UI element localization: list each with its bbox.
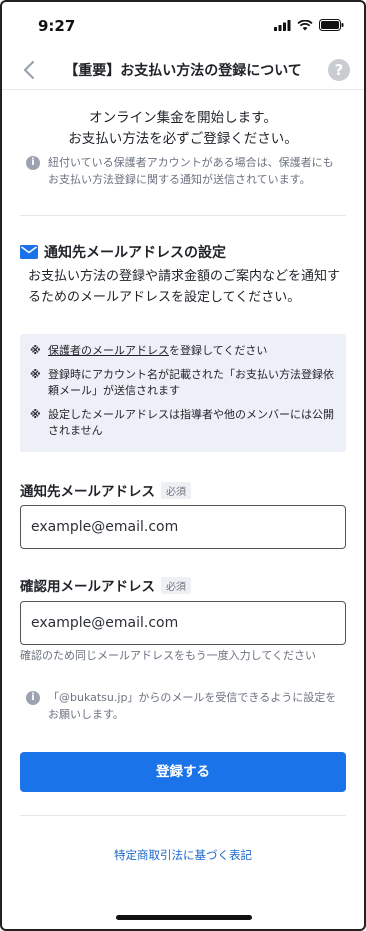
domain-note-text: 「@bukatsu.jp」からのメールを受信できるように設定をお願いします。 — [48, 691, 337, 721]
commercial-law-link[interactable]: 特定商取引法に基づく表記 — [2, 847, 364, 863]
email-field[interactable]: example@email.com — [20, 505, 346, 549]
guardian-note-text: 紐付いている保護者アカウントがある場合は、保護者にもお支払い方法登録に関する通知… — [48, 156, 334, 186]
notice-mark: ※ — [30, 408, 41, 421]
email-section-description: お支払い方法の登録や請求金額のご案内などを通知するためのメールアドレスを設定して… — [28, 269, 341, 305]
phone-screen: 9:27 【重要】お支払い方法の登録について ? オンライン集金を開始します。 … — [0, 0, 366, 931]
info-icon: i — [26, 691, 40, 705]
home-indicator[interactable] — [116, 915, 252, 920]
status-icons — [274, 19, 344, 31]
wifi-icon — [297, 19, 313, 30]
domain-note: i 「@bukatsu.jp」からのメールを受信できるように設定をお願いします。 — [26, 689, 344, 723]
notice-box: ※ 保護者のメールアドレスを登録してください ※ 登録時にアカウント名が記載され… — [20, 334, 346, 452]
info-icon: i — [26, 156, 40, 170]
intro-line-1: オンライン集金を開始します。 — [89, 110, 277, 126]
signal-icon — [274, 19, 291, 31]
intro-line-2: お支払い方法を必ずご登録ください。 — [68, 131, 298, 147]
nav-bar: 【重要】お支払い方法の登録について ? — [2, 50, 364, 90]
email-section-title: 通知先メールアドレスの設定 — [44, 245, 226, 261]
email-field-label: 通知先メールアドレス 必須 — [20, 480, 191, 500]
guardian-email-link[interactable]: 保護者のメールアドレス — [48, 344, 169, 357]
email-label-text: 通知先メールアドレス — [20, 484, 155, 500]
guardian-note: i 紐付いている保護者アカウントがある場合は、保護者にもお支払い方法登録に関する… — [26, 154, 344, 188]
status-bar: 9:27 — [2, 2, 364, 50]
notice-text: 登録時にアカウント名が記載された「お支払い方法登録依頼メール」が送信されます — [48, 368, 334, 397]
register-button[interactable]: 登録する — [20, 752, 346, 792]
divider — [20, 215, 346, 216]
intro-message: オンライン集金を開始します。 お支払い方法を必ずご登録ください。 — [2, 108, 364, 150]
divider — [20, 815, 346, 816]
notice-mark: ※ — [30, 344, 41, 357]
confirm-email-field-label: 確認用メールアドレス 必須 — [20, 575, 191, 595]
confirm-label-text: 確認用メールアドレス — [20, 579, 155, 595]
battery-icon — [319, 19, 344, 31]
notice-item: ※ 保護者のメールアドレスを登録してください — [30, 343, 336, 359]
required-badge: 必須 — [161, 576, 191, 594]
confirm-email-hint: 確認のため同じメールアドレスをもう一度入力してください — [20, 649, 317, 662]
mail-icon — [20, 245, 38, 259]
confirm-email-field[interactable]: example@email.com — [20, 601, 346, 645]
status-time: 9:27 — [38, 17, 76, 35]
back-chevron-icon[interactable] — [16, 56, 44, 84]
notice-text: 保護者のメールアドレスを登録してください — [48, 344, 268, 357]
notice-item: ※ 設定したメールアドレスは指導者や他のメンバーには公開されません — [30, 407, 336, 439]
notice-text: 設定したメールアドレスは指導者や他のメンバーには公開されません — [48, 408, 334, 437]
notice-item: ※ 登録時にアカウント名が記載された「お支払い方法登録依頼メール」が送信されます — [30, 367, 336, 399]
required-badge: 必須 — [161, 481, 191, 499]
page-title: 【重要】お支払い方法の登録について — [64, 63, 302, 79]
help-icon[interactable]: ? — [328, 59, 350, 81]
email-section-heading: 通知先メールアドレスの設定 — [20, 242, 226, 262]
notice-mark: ※ — [30, 368, 41, 381]
